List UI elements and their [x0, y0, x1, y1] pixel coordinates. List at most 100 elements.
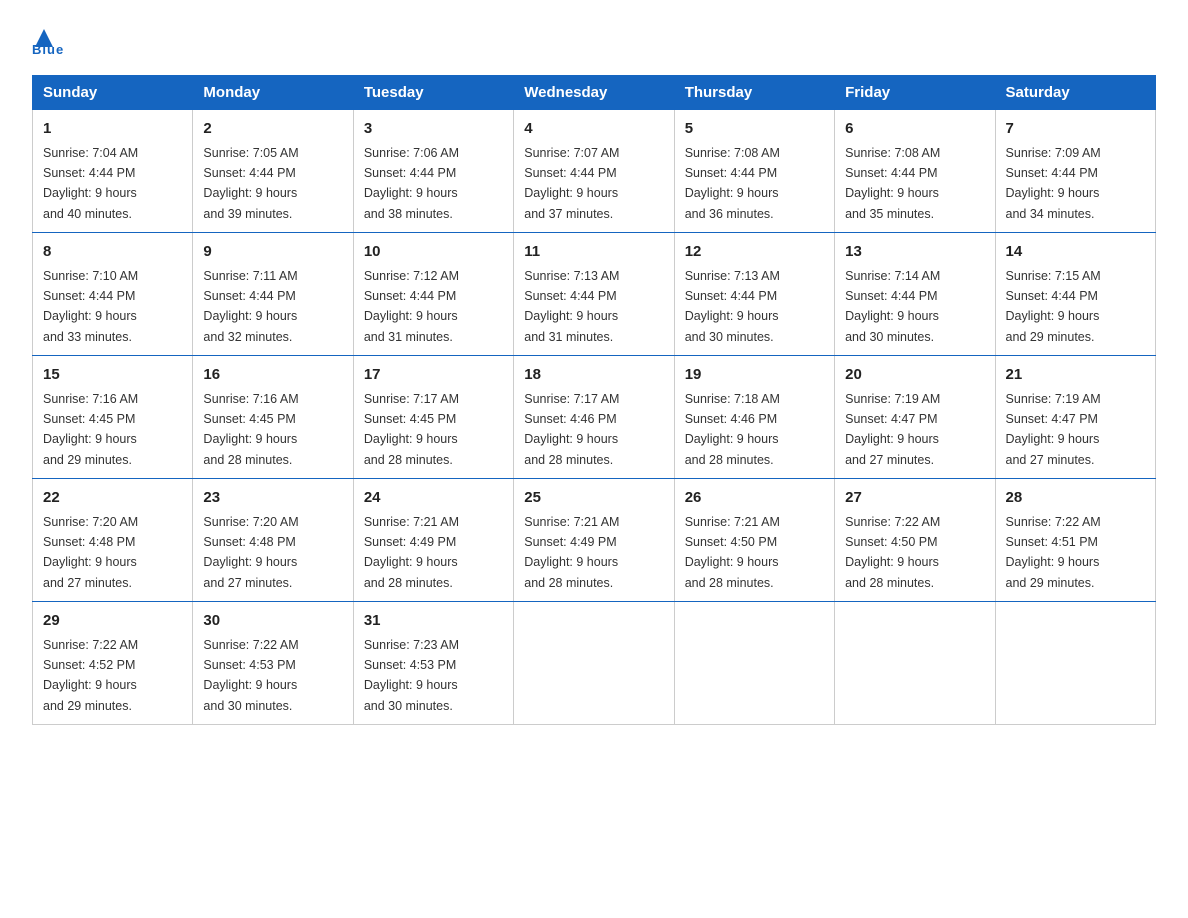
calendar-header-row: SundayMondayTuesdayWednesdayThursdayFrid…: [33, 76, 1156, 110]
day-number: 2: [203, 118, 342, 141]
day-number: 13: [845, 241, 984, 264]
day-info: Sunrise: 7:23 AMSunset: 4:53 PMDaylight:…: [364, 638, 459, 713]
day-number: 9: [203, 241, 342, 264]
day-info: Sunrise: 7:22 AMSunset: 4:51 PMDaylight:…: [1006, 515, 1101, 590]
day-info: Sunrise: 7:19 AMSunset: 4:47 PMDaylight:…: [845, 392, 940, 467]
day-number: 25: [524, 487, 663, 510]
calendar-cell: 15Sunrise: 7:16 AMSunset: 4:45 PMDayligh…: [33, 356, 193, 479]
day-number: 8: [43, 241, 182, 264]
page-header: Blue: [32, 24, 1156, 57]
calendar-cell: 2 Sunrise: 7:05 AMSunset: 4:44 PMDaylight…: [193, 110, 353, 233]
day-number: 21: [1006, 364, 1145, 387]
calendar-cell: 24Sunrise: 7:21 AMSunset: 4:49 PMDayligh…: [353, 479, 513, 602]
day-info: Sunrise: 7:14 AMSunset: 4:44 PMDaylight:…: [845, 269, 940, 344]
day-info: Sunrise: 7:21 AMSunset: 4:49 PMDaylight:…: [364, 515, 459, 590]
day-info: Sunrise: 7:07 AMSunset: 4:44 PMDaylight:…: [524, 146, 619, 221]
day-info: Sunrise: 7:04 AMSunset: 4:44 PMDaylight:…: [43, 146, 138, 221]
logo-text: [32, 24, 56, 46]
calendar-cell: 17Sunrise: 7:17 AMSunset: 4:45 PMDayligh…: [353, 356, 513, 479]
day-number: 28: [1006, 487, 1145, 510]
calendar-cell: 22 Sunrise: 7:20 AMSunset: 4:48 PMDayligh…: [33, 479, 193, 602]
day-number: 19: [685, 364, 824, 387]
day-info: Sunrise: 7:19 AMSunset: 4:47 PMDaylight:…: [1006, 392, 1101, 467]
day-number: 20: [845, 364, 984, 387]
calendar-cell: [995, 602, 1155, 725]
day-info: Sunrise: 7:06 AMSunset: 4:44 PMDaylight:…: [364, 146, 459, 221]
calendar-cell: 13 Sunrise: 7:14 AMSunset: 4:44 PMDayligh…: [835, 233, 995, 356]
day-info: Sunrise: 7:21 AMSunset: 4:49 PMDaylight:…: [524, 515, 619, 590]
day-info: Sunrise: 7:20 AMSunset: 4:48 PMDaylight:…: [203, 515, 298, 590]
day-info: Sunrise: 7:22 AMSunset: 4:50 PMDaylight:…: [845, 515, 940, 590]
day-number: 7: [1006, 118, 1145, 141]
calendar-cell: 12 Sunrise: 7:13 AMSunset: 4:44 PMDayligh…: [674, 233, 834, 356]
day-number: 26: [685, 487, 824, 510]
calendar-cell: 28 Sunrise: 7:22 AMSunset: 4:51 PMDayligh…: [995, 479, 1155, 602]
day-info: Sunrise: 7:13 AMSunset: 4:44 PMDaylight:…: [524, 269, 619, 344]
day-info: Sunrise: 7:16 AMSunset: 4:45 PMDaylight:…: [203, 392, 298, 467]
day-number: 12: [685, 241, 824, 264]
day-number: 16: [203, 364, 342, 387]
calendar-cell: 7Sunrise: 7:09 AMSunset: 4:44 PMDaylight…: [995, 110, 1155, 233]
day-number: 6: [845, 118, 984, 141]
calendar-cell: 8 Sunrise: 7:10 AMSunset: 4:44 PMDaylight…: [33, 233, 193, 356]
day-info: Sunrise: 7:17 AMSunset: 4:45 PMDaylight:…: [364, 392, 459, 467]
calendar-cell: 3 Sunrise: 7:06 AMSunset: 4:44 PMDaylight…: [353, 110, 513, 233]
day-number: 10: [364, 241, 503, 264]
day-info: Sunrise: 7:15 AMSunset: 4:44 PMDaylight:…: [1006, 269, 1101, 344]
day-info: Sunrise: 7:08 AMSunset: 4:44 PMDaylight:…: [845, 146, 940, 221]
day-info: Sunrise: 7:12 AMSunset: 4:44 PMDaylight:…: [364, 269, 459, 344]
calendar-table: SundayMondayTuesdayWednesdayThursdayFrid…: [32, 75, 1156, 725]
day-info: Sunrise: 7:11 AMSunset: 4:44 PMDaylight:…: [203, 269, 297, 344]
calendar-cell: 5Sunrise: 7:08 AMSunset: 4:44 PMDaylight…: [674, 110, 834, 233]
calendar-cell: 27 Sunrise: 7:22 AMSunset: 4:50 PMDayligh…: [835, 479, 995, 602]
header-monday: Monday: [193, 76, 353, 110]
day-number: 22: [43, 487, 182, 510]
day-info: Sunrise: 7:22 AMSunset: 4:52 PMDaylight:…: [43, 638, 138, 713]
calendar-cell: 16 Sunrise: 7:16 AMSunset: 4:45 PMDayligh…: [193, 356, 353, 479]
day-info: Sunrise: 7:05 AMSunset: 4:44 PMDaylight:…: [203, 146, 298, 221]
calendar-cell: 23 Sunrise: 7:20 AMSunset: 4:48 PMDayligh…: [193, 479, 353, 602]
day-info: Sunrise: 7:18 AMSunset: 4:46 PMDaylight:…: [685, 392, 780, 467]
day-info: Sunrise: 7:13 AMSunset: 4:44 PMDaylight:…: [685, 269, 780, 344]
day-info: Sunrise: 7:17 AMSunset: 4:46 PMDaylight:…: [524, 392, 619, 467]
calendar-week-row: 1 Sunrise: 7:04 AMSunset: 4:44 PMDaylight…: [33, 110, 1156, 233]
logo-icon: [33, 27, 55, 49]
calendar-cell: 9 Sunrise: 7:11 AMSunset: 4:44 PMDaylight…: [193, 233, 353, 356]
calendar-cell: 25 Sunrise: 7:21 AMSunset: 4:49 PMDayligh…: [514, 479, 674, 602]
calendar-cell: 1 Sunrise: 7:04 AMSunset: 4:44 PMDaylight…: [33, 110, 193, 233]
day-number: 29: [43, 610, 182, 633]
calendar-cell: 19 Sunrise: 7:18 AMSunset: 4:46 PMDayligh…: [674, 356, 834, 479]
day-info: Sunrise: 7:22 AMSunset: 4:53 PMDaylight:…: [203, 638, 298, 713]
day-number: 23: [203, 487, 342, 510]
day-number: 15: [43, 364, 182, 387]
header-thursday: Thursday: [674, 76, 834, 110]
header-saturday: Saturday: [995, 76, 1155, 110]
day-number: 1: [43, 118, 182, 141]
day-number: 3: [364, 118, 503, 141]
calendar-cell: 29 Sunrise: 7:22 AMSunset: 4:52 PMDayligh…: [33, 602, 193, 725]
calendar-cell: 30 Sunrise: 7:22 AMSunset: 4:53 PMDayligh…: [193, 602, 353, 725]
day-number: 27: [845, 487, 984, 510]
header-tuesday: Tuesday: [353, 76, 513, 110]
calendar-week-row: 29 Sunrise: 7:22 AMSunset: 4:52 PMDayligh…: [33, 602, 1156, 725]
calendar-week-row: 15 Sunrise: 7:16 AMSunset: 4:45 PMDayligh…: [33, 356, 1156, 479]
calendar-week-row: 22 Sunrise: 7:20 AMSunset: 4:48 PMDayligh…: [33, 479, 1156, 602]
calendar-cell: [674, 602, 834, 725]
day-number: 11: [524, 241, 663, 264]
day-number: 18: [524, 364, 663, 387]
day-info: Sunrise: 7:21 AMSunset: 4:50 PMDaylight:…: [685, 515, 780, 590]
calendar-cell: [835, 602, 995, 725]
day-info: Sunrise: 7:10 AMSunset: 4:44 PMDaylight:…: [43, 269, 138, 344]
day-info: Sunrise: 7:20 AMSunset: 4:48 PMDaylight:…: [43, 515, 138, 590]
calendar-cell: 10 Sunrise: 7:12 AMSunset: 4:44 PMDayligh…: [353, 233, 513, 356]
header-friday: Friday: [835, 76, 995, 110]
day-info: Sunrise: 7:08 AMSunset: 4:44 PMDaylight:…: [685, 146, 780, 221]
day-number: 31: [364, 610, 503, 633]
day-number: 4: [524, 118, 663, 141]
calendar-cell: 4 Sunrise: 7:07 AMSunset: 4:44 PMDaylight…: [514, 110, 674, 233]
calendar-cell: 31 Sunrise: 7:23 AMSunset: 4:53 PMDayligh…: [353, 602, 513, 725]
header-wednesday: Wednesday: [514, 76, 674, 110]
calendar-cell: 11 Sunrise: 7:13 AMSunset: 4:44 PMDayligh…: [514, 233, 674, 356]
calendar-cell: 14Sunrise: 7:15 AMSunset: 4:44 PMDayligh…: [995, 233, 1155, 356]
day-number: 30: [203, 610, 342, 633]
